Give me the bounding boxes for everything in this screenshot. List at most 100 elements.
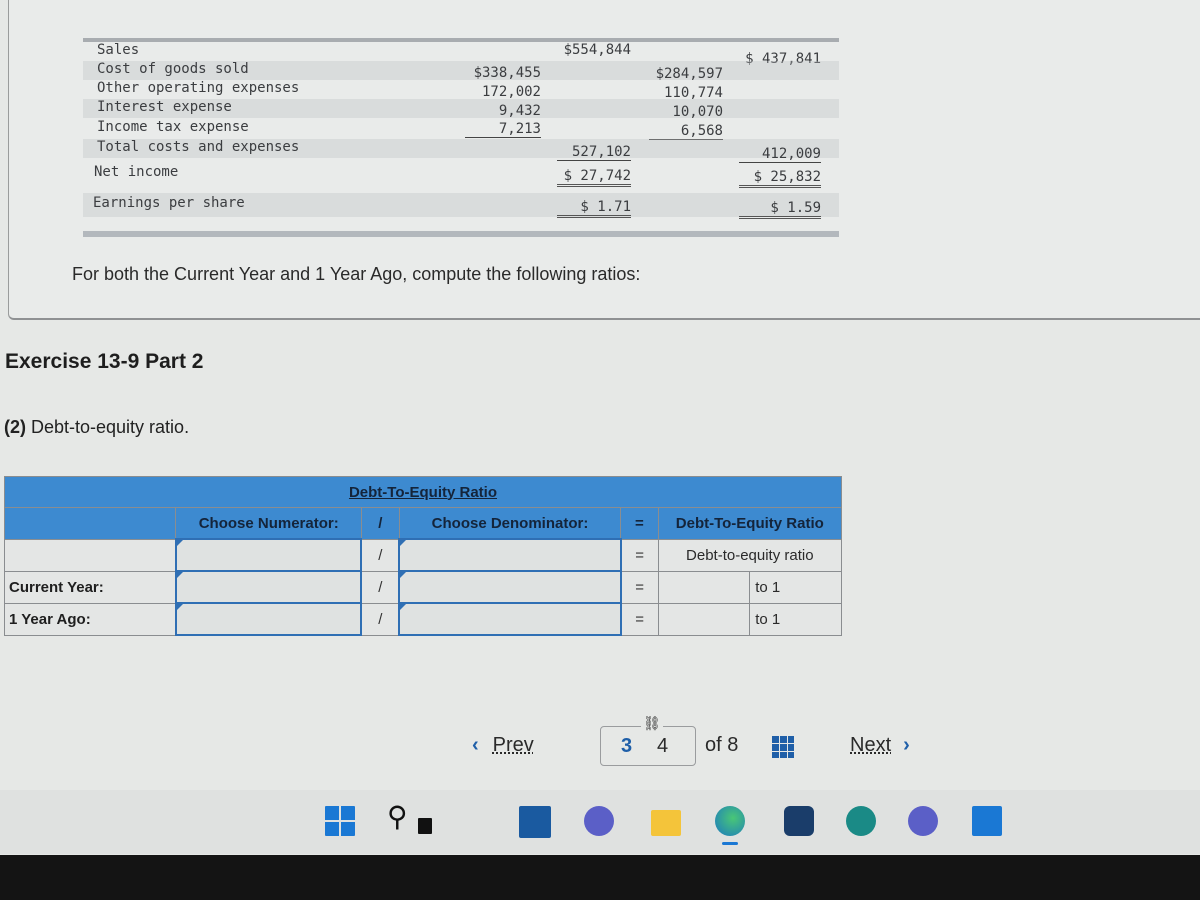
equals-header: =: [620, 507, 659, 540]
edge-icon[interactable]: [715, 806, 745, 836]
row-label: Earnings per share: [93, 195, 245, 211]
table-title: Debt-To-Equity Ratio: [4, 476, 842, 508]
table-row: Net income $ 27,742 $ 25,832: [83, 164, 839, 188]
debt-to-equity-table: Debt-To-Equity Ratio Choose Numerator: /…: [3, 476, 843, 636]
divide-symbol: /: [360, 538, 400, 572]
header-empty: [3, 507, 177, 540]
numerator-input[interactable]: [176, 604, 361, 634]
formula-row: / = Debt-to-equity ratio: [3, 538, 843, 572]
taskbar: ⚲: [0, 790, 1200, 854]
part-title: Exercise 13-9 Part 2: [5, 350, 204, 373]
table-row: Income tax expense 7,213 6,568: [83, 119, 839, 140]
search-icon[interactable]: ⚲: [387, 800, 417, 832]
row-label: Total costs and expenses: [97, 139, 300, 155]
row-value: 9,432: [498, 103, 541, 119]
result-input[interactable]: [658, 570, 754, 604]
row-label: Current Year:: [3, 570, 177, 604]
denominator-input[interactable]: [400, 604, 620, 634]
prev-button[interactable]: ‹ Prev: [472, 734, 534, 757]
file-explorer-icon[interactable]: [651, 810, 681, 836]
denominator-input-cell[interactable]: [398, 602, 622, 636]
ratio-suffix: to 1: [749, 602, 842, 636]
row-label: [3, 538, 177, 572]
result-subheader: Debt-to-equity ratio: [657, 538, 843, 572]
result-input-cell[interactable]: [657, 602, 754, 636]
row-value: 172,002: [481, 84, 541, 100]
denominator-header: Choose Denominator:: [398, 507, 622, 540]
numerator-input[interactable]: [176, 572, 361, 602]
table-row: Sales $554,844 $ 437,841: [83, 42, 839, 67]
denominator-input-cell[interactable]: [398, 570, 622, 604]
task-view-icon[interactable]: [418, 818, 432, 834]
next-button[interactable]: Next ›: [850, 734, 910, 757]
denominator-input[interactable]: [400, 572, 620, 602]
table-row: Interest expense 9,432 10,070: [83, 99, 839, 120]
row-value: 10,070: [672, 104, 723, 120]
row-label: Cost of goods sold: [97, 61, 249, 77]
chevron-left-icon: ‹: [472, 734, 479, 756]
year-ago-row: 1 Year Ago: / = to 1: [3, 602, 842, 636]
table-title-row: Debt-To-Equity Ratio: [4, 476, 842, 508]
row-value: $554,844: [563, 42, 631, 58]
row-value: 7,213: [465, 121, 541, 138]
screen-bezel: [0, 855, 1200, 900]
linked-page[interactable]: 4: [657, 735, 668, 758]
divide-symbol: /: [360, 602, 400, 636]
prev-label: Prev: [492, 734, 534, 756]
question-number: (2): [4, 417, 26, 437]
microsoft-store-icon[interactable]: [784, 806, 814, 836]
ratio-suffix: to 1: [749, 570, 842, 604]
windows-start-icon[interactable]: [325, 806, 355, 836]
divide-header: /: [360, 507, 400, 540]
row-value: 527,102: [557, 144, 631, 161]
active-app-indicator: [722, 842, 738, 845]
equals-symbol: =: [620, 602, 659, 636]
widgets-icon[interactable]: [519, 806, 551, 838]
quick-assist-icon[interactable]: [908, 806, 938, 836]
next-label: Next: [850, 734, 892, 756]
result-input-cell[interactable]: [657, 570, 754, 604]
row-label: Other operating expenses: [97, 80, 300, 96]
divide-symbol: /: [360, 570, 400, 604]
denominator-select[interactable]: [398, 538, 622, 572]
link-icon: ⛓: [641, 715, 663, 732]
row-value: $ 27,742: [557, 168, 631, 187]
cortana-icon[interactable]: [972, 806, 1002, 836]
row-label: 1 Year Ago:: [3, 602, 177, 636]
grid-icon[interactable]: [772, 736, 794, 758]
row-value: $ 1.71: [557, 199, 631, 218]
row-value: $ 25,832: [739, 169, 821, 188]
row-label: Sales: [97, 42, 140, 58]
row-value: 6,568: [649, 123, 723, 140]
question-text: (2) Debt-to-equity ratio.: [4, 417, 189, 438]
result-header: Debt-To-Equity Ratio: [657, 507, 843, 540]
numerator-header: Choose Numerator:: [175, 507, 362, 540]
pagination: ‹ Prev ⛓ 3 4 of 8 Next ›: [460, 715, 960, 768]
numerator-input[interactable]: [176, 540, 361, 570]
linked-pages-box: ⛓ 3 4: [600, 715, 696, 766]
table-footer-bar: [83, 231, 839, 237]
equals-symbol: =: [620, 570, 659, 604]
numerator-input-cell[interactable]: [174, 602, 363, 636]
current-year-row: Current Year: / = to 1: [3, 570, 842, 604]
instruction-text: For both the Current Year and 1 Year Ago…: [72, 264, 641, 284]
row-label: Interest expense: [97, 99, 232, 115]
current-page[interactable]: 3: [621, 735, 632, 758]
table-row: Cost of goods sold $338,455 $284,597: [83, 61, 839, 82]
chevron-right-icon: ›: [903, 734, 910, 756]
table-row: Other operating expenses 172,002 110,774: [83, 80, 839, 101]
question-label: Debt-to-equity ratio.: [26, 417, 190, 437]
feedback-hub-icon[interactable]: [846, 806, 876, 836]
numerator-input-cell[interactable]: [174, 570, 363, 604]
denominator-input[interactable]: [400, 540, 620, 570]
table-row: Earnings per share $ 1.71 $ 1.59: [83, 193, 839, 219]
problem-statement-box: Sales $554,844 $ 437,841 Cost of goods s…: [8, 0, 1200, 320]
equals-symbol: =: [620, 538, 659, 572]
numerator-select[interactable]: [174, 538, 363, 572]
row-value: 412,009: [739, 146, 821, 163]
row-value: $ 1.59: [739, 200, 821, 219]
teams-chat-icon[interactable]: [584, 806, 614, 836]
page-total: of 8: [705, 734, 739, 756]
result-input[interactable]: [658, 602, 754, 636]
row-value: $338,455: [473, 65, 541, 81]
